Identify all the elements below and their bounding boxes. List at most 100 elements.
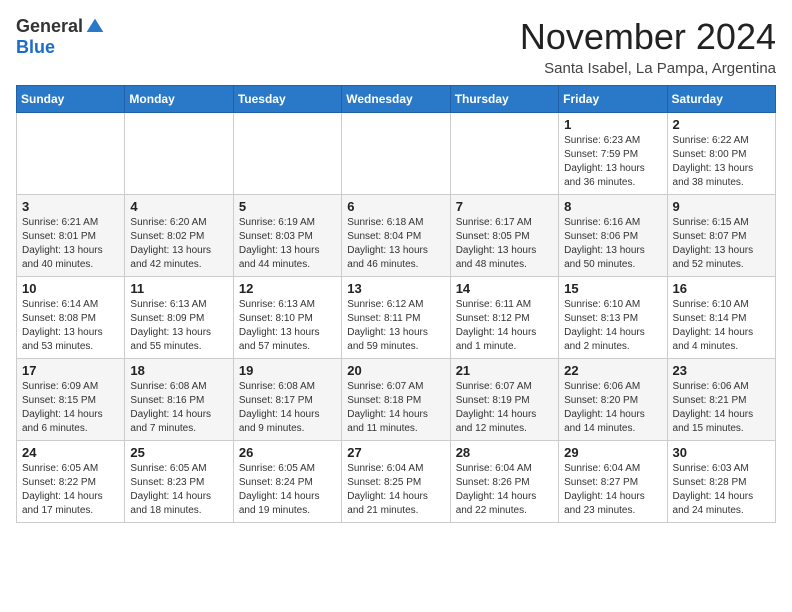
day-number: 23 [673, 363, 770, 378]
day-info: Sunrise: 6:08 AM Sunset: 8:17 PM Dayligh… [239, 380, 336, 436]
calendar-cell: 18 Sunrise: 6:08 AM Sunset: 8:16 PM Dayli… [125, 359, 233, 441]
calendar-cell: 17 Sunrise: 6:09 AM Sunset: 8:15 PM Dayli… [17, 359, 125, 441]
calendar-cell: 14 Sunrise: 6:11 AM Sunset: 8:12 PM Dayli… [450, 277, 558, 359]
calendar-cell: 2Sunrise: 6:22 AM Sunset: 8:00 PM Daylig… [667, 113, 775, 195]
logo-general-text: General [16, 16, 83, 37]
day-info: Sunrise: 6:19 AM Sunset: 8:03 PM Dayligh… [239, 216, 336, 272]
calendar-cell: 25 Sunrise: 6:05 AM Sunset: 8:23 PM Dayli… [125, 441, 233, 523]
day-info: Sunrise: 6:13 AM Sunset: 8:09 PM Dayligh… [130, 298, 227, 354]
day-number: 20 [347, 363, 444, 378]
calendar-cell: 4 Sunrise: 6:20 AM Sunset: 8:02 PM Daylig… [125, 195, 233, 277]
day-info: Sunrise: 6:04 AM Sunset: 8:26 PM Dayligh… [456, 462, 553, 518]
day-number: 9 [673, 199, 770, 214]
day-number: 25 [130, 445, 227, 460]
calendar-cell: 1Sunrise: 6:23 AM Sunset: 7:59 PM Daylig… [559, 113, 667, 195]
day-number: 28 [456, 445, 553, 460]
day-info: Sunrise: 6:11 AM Sunset: 8:12 PM Dayligh… [456, 298, 553, 354]
day-info: Sunrise: 6:16 AM Sunset: 8:06 PM Dayligh… [564, 216, 661, 272]
calendar-cell: 19 Sunrise: 6:08 AM Sunset: 8:17 PM Dayli… [233, 359, 341, 441]
day-info: Sunrise: 6:15 AM Sunset: 8:07 PM Dayligh… [673, 216, 770, 272]
day-number: 3 [22, 199, 119, 214]
day-info: Sunrise: 6:23 AM Sunset: 7:59 PM Dayligh… [564, 134, 661, 190]
calendar-cell: 21 Sunrise: 6:07 AM Sunset: 8:19 PM Dayli… [450, 359, 558, 441]
day-number: 6 [347, 199, 444, 214]
day-info: Sunrise: 6:06 AM Sunset: 8:21 PM Dayligh… [673, 380, 770, 436]
logo: General Blue [16, 16, 105, 58]
calendar-cell: 13 Sunrise: 6:12 AM Sunset: 8:11 PM Dayli… [342, 277, 450, 359]
calendar-cell: 27 Sunrise: 6:04 AM Sunset: 8:25 PM Dayli… [342, 441, 450, 523]
calendar-table: SundayMondayTuesdayWednesdayThursdayFrid… [16, 85, 776, 523]
calendar-cell: 8 Sunrise: 6:16 AM Sunset: 8:06 PM Daylig… [559, 195, 667, 277]
day-number: 19 [239, 363, 336, 378]
day-number: 11 [130, 281, 227, 296]
day-number: 2 [673, 117, 770, 132]
day-number: 17 [22, 363, 119, 378]
calendar-cell: 10Sunrise: 6:14 AM Sunset: 8:08 PM Dayli… [17, 277, 125, 359]
day-info: Sunrise: 6:14 AM Sunset: 8:08 PM Dayligh… [22, 298, 119, 354]
calendar-cell: 15Sunrise: 6:10 AM Sunset: 8:13 PM Dayli… [559, 277, 667, 359]
calendar-header-monday: Monday [125, 86, 233, 113]
location-subtitle: Santa Isabel, La Pampa, Argentina [520, 60, 776, 77]
day-info: Sunrise: 6:07 AM Sunset: 8:18 PM Dayligh… [347, 380, 444, 436]
calendar-cell: 29 Sunrise: 6:04 AM Sunset: 8:27 PM Dayli… [559, 441, 667, 523]
calendar-cell: 3 Sunrise: 6:21 AM Sunset: 8:01 PM Daylig… [17, 195, 125, 277]
day-number: 26 [239, 445, 336, 460]
day-info: Sunrise: 6:04 AM Sunset: 8:25 PM Dayligh… [347, 462, 444, 518]
day-number: 22 [564, 363, 661, 378]
calendar-week-row: 1Sunrise: 6:23 AM Sunset: 7:59 PM Daylig… [17, 113, 776, 195]
day-info: Sunrise: 6:03 AM Sunset: 8:28 PM Dayligh… [673, 462, 770, 518]
day-info: Sunrise: 6:10 AM Sunset: 8:14 PM Dayligh… [673, 298, 770, 354]
calendar-cell: 16 Sunrise: 6:10 AM Sunset: 8:14 PM Dayli… [667, 277, 775, 359]
calendar-cell: 20 Sunrise: 6:07 AM Sunset: 8:18 PM Dayli… [342, 359, 450, 441]
calendar-cell [342, 113, 450, 195]
day-number: 29 [564, 445, 661, 460]
calendar-header-sunday: Sunday [17, 86, 125, 113]
day-info: Sunrise: 6:08 AM Sunset: 8:16 PM Dayligh… [130, 380, 227, 436]
day-number: 12 [239, 281, 336, 296]
day-number: 14 [456, 281, 553, 296]
day-info: Sunrise: 6:20 AM Sunset: 8:02 PM Dayligh… [130, 216, 227, 272]
day-info: Sunrise: 6:05 AM Sunset: 8:24 PM Dayligh… [239, 462, 336, 518]
calendar-cell: 6 Sunrise: 6:18 AM Sunset: 8:04 PM Daylig… [342, 195, 450, 277]
day-info: Sunrise: 6:13 AM Sunset: 8:10 PM Dayligh… [239, 298, 336, 354]
day-number: 21 [456, 363, 553, 378]
calendar-cell: 24 Sunrise: 6:05 AM Sunset: 8:22 PM Dayli… [17, 441, 125, 523]
day-number: 27 [347, 445, 444, 460]
day-number: 30 [673, 445, 770, 460]
page-header: General Blue November 2024 Santa Isabel,… [16, 16, 776, 77]
calendar-week-row: 17 Sunrise: 6:09 AM Sunset: 8:15 PM Dayli… [17, 359, 776, 441]
calendar-header-friday: Friday [559, 86, 667, 113]
day-number: 4 [130, 199, 227, 214]
calendar-week-row: 10Sunrise: 6:14 AM Sunset: 8:08 PM Dayli… [17, 277, 776, 359]
calendar-cell [233, 113, 341, 195]
calendar-cell: 28 Sunrise: 6:04 AM Sunset: 8:26 PM Dayli… [450, 441, 558, 523]
day-info: Sunrise: 6:12 AM Sunset: 8:11 PM Dayligh… [347, 298, 444, 354]
calendar-week-row: 24 Sunrise: 6:05 AM Sunset: 8:22 PM Dayli… [17, 441, 776, 523]
calendar-cell: 23 Sunrise: 6:06 AM Sunset: 8:21 PM Dayli… [667, 359, 775, 441]
calendar-cell [125, 113, 233, 195]
day-number: 15 [564, 281, 661, 296]
day-number: 5 [239, 199, 336, 214]
day-number: 8 [564, 199, 661, 214]
day-number: 24 [22, 445, 119, 460]
day-number: 16 [673, 281, 770, 296]
day-info: Sunrise: 6:05 AM Sunset: 8:22 PM Dayligh… [22, 462, 119, 518]
calendar-cell: 22Sunrise: 6:06 AM Sunset: 8:20 PM Dayli… [559, 359, 667, 441]
month-year-title: November 2024 [520, 16, 776, 58]
day-info: Sunrise: 6:05 AM Sunset: 8:23 PM Dayligh… [130, 462, 227, 518]
day-info: Sunrise: 6:18 AM Sunset: 8:04 PM Dayligh… [347, 216, 444, 272]
day-info: Sunrise: 6:07 AM Sunset: 8:19 PM Dayligh… [456, 380, 553, 436]
day-info: Sunrise: 6:09 AM Sunset: 8:15 PM Dayligh… [22, 380, 119, 436]
day-info: Sunrise: 6:04 AM Sunset: 8:27 PM Dayligh… [564, 462, 661, 518]
calendar-header-thursday: Thursday [450, 86, 558, 113]
calendar-cell: 9 Sunrise: 6:15 AM Sunset: 8:07 PM Daylig… [667, 195, 775, 277]
calendar-week-row: 3 Sunrise: 6:21 AM Sunset: 8:01 PM Daylig… [17, 195, 776, 277]
calendar-cell: 12 Sunrise: 6:13 AM Sunset: 8:10 PM Dayli… [233, 277, 341, 359]
day-number: 13 [347, 281, 444, 296]
day-number: 18 [130, 363, 227, 378]
calendar-cell: 7Sunrise: 6:17 AM Sunset: 8:05 PM Daylig… [450, 195, 558, 277]
day-info: Sunrise: 6:21 AM Sunset: 8:01 PM Dayligh… [22, 216, 119, 272]
logo-blue-text: Blue [16, 37, 55, 57]
calendar-cell: 5 Sunrise: 6:19 AM Sunset: 8:03 PM Daylig… [233, 195, 341, 277]
title-block: November 2024 Santa Isabel, La Pampa, Ar… [520, 16, 776, 77]
